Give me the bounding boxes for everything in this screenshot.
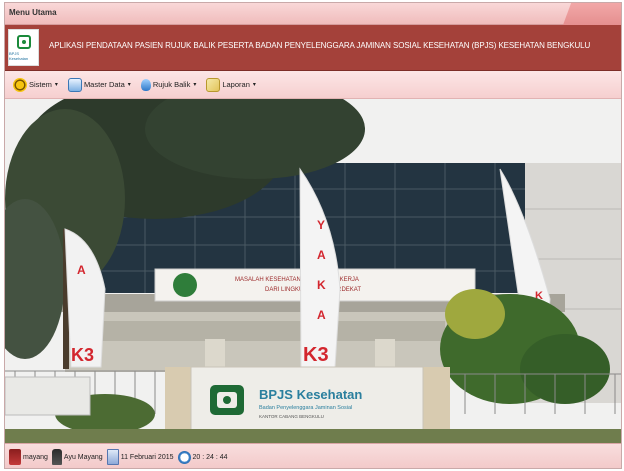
flag-k3-left: K3: [71, 345, 94, 365]
left-signboard: [5, 376, 91, 416]
menu-bar: Sistem ▾ Master Data ▾ Rujuk Balik ▾ Lap…: [5, 71, 621, 99]
title-bar-tab[interactable]: [563, 3, 621, 25]
status-time-text: 20 : 24 : 44: [192, 453, 228, 461]
menu-label: Laporan: [222, 80, 250, 89]
sign-sub-text: Badan Penyelenggara Jaminan Sosial: [259, 405, 352, 411]
gear-icon: [13, 77, 27, 92]
status-time: 20 : 24 : 44: [177, 450, 228, 464]
clock-icon: [177, 450, 191, 464]
chevron-down-icon: ▾: [54, 82, 58, 88]
app-banner: BPJS Kesehatan APLIKASI PENDATAAN PASIEN…: [5, 25, 621, 71]
menu-label: Master Data: [83, 80, 125, 89]
menu-sistem[interactable]: Sistem ▾: [11, 74, 60, 96]
office-photo-svg: MASALAH KESEHATAN KESEHATAN KERJA DARI L…: [5, 99, 621, 443]
menu-master-data[interactable]: Master Data ▾: [66, 74, 133, 96]
calendar-icon: [106, 449, 119, 465]
svg-text:K3: K3: [303, 344, 329, 366]
chevron-down-icon: ▾: [252, 82, 256, 88]
status-user-text: mayang: [23, 453, 48, 461]
chevron-down-icon: ▾: [193, 82, 197, 88]
banner-text-1: MASALAH KESEHATAN KESEHATAN KERJA: [235, 277, 359, 283]
menu-label: Rujuk Balik: [152, 80, 191, 89]
logo-text: BPJS Kesehatan: [9, 50, 29, 61]
window-title: Menu Utama: [9, 8, 57, 17]
status-user: mayang: [9, 449, 48, 465]
drop-icon: [140, 78, 151, 91]
office-photo: MASALAH KESEHATAN KESEHATAN KERJA DARI L…: [5, 99, 621, 443]
svg-text:A: A: [317, 248, 326, 262]
svg-text:Y: Y: [317, 218, 325, 232]
app-title: APLIKASI PENDATAAN PASIEN RUJUK BALIK PE…: [49, 41, 591, 50]
user-icon: [9, 449, 21, 465]
bpjs-logo: BPJS Kesehatan: [8, 29, 39, 66]
sign-branch-text: KANTOR CABANG BENGKULU: [259, 414, 324, 419]
svg-text:A: A: [317, 308, 326, 322]
svg-text:A: A: [77, 263, 86, 277]
chevron-down-icon: ▾: [127, 82, 131, 88]
svg-text:K: K: [317, 278, 326, 292]
report-icon: [206, 77, 221, 92]
menu-laporan[interactable]: Laporan ▾: [204, 74, 258, 96]
database-icon: [67, 77, 82, 92]
menu-label: Sistem: [29, 80, 52, 89]
status-bar: mayang Ayu Mayang 11 Februari 2015 20 : …: [5, 443, 621, 468]
status-name-text: Ayu Mayang: [63, 453, 103, 461]
status-name: Ayu Mayang: [51, 449, 103, 465]
sign-main-text: BPJS Kesehatan: [259, 387, 362, 402]
status-date: 11 Februari 2015: [106, 449, 174, 465]
main-window: Menu Utama BPJS Kesehatan APLIKASI PENDA…: [4, 2, 622, 469]
menu-rujuk-balik[interactable]: Rujuk Balik ▾: [139, 74, 199, 96]
bpjs-logo-icon: [16, 34, 31, 49]
person-icon: [51, 449, 62, 465]
status-date-text: 11 Februari 2015: [120, 453, 174, 461]
title-bar[interactable]: Menu Utama: [5, 3, 621, 25]
